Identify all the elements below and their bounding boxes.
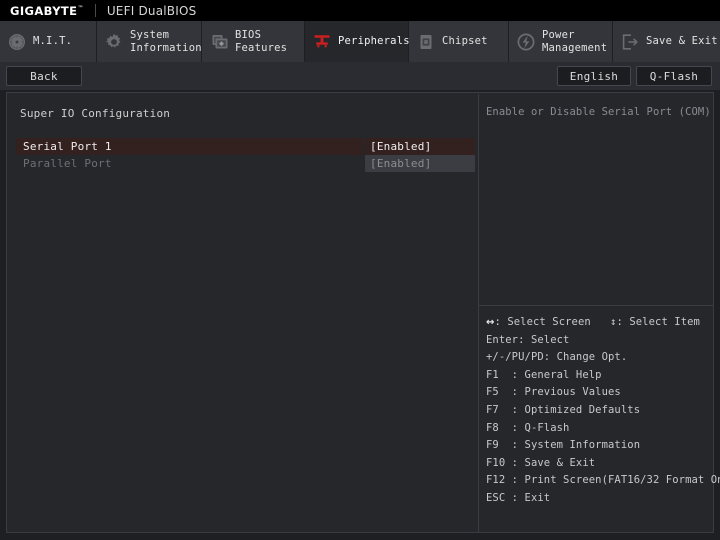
key-legend-line: F8 : Q-Flash bbox=[486, 421, 570, 434]
key-legend: ↔: Select Screen ↕: Select Item Enter: S… bbox=[486, 314, 720, 508]
setting-row-serial-port-1[interactable]: Serial Port 1 [Enabled] bbox=[8, 138, 478, 155]
content-panel: Super IO Configuration Serial Port 1 [En… bbox=[6, 92, 720, 533]
chipset-icon bbox=[415, 31, 437, 53]
gigabyte-logo-text: GIGABYTE bbox=[10, 3, 78, 18]
language-button[interactable]: English bbox=[557, 66, 631, 86]
key-legend-line: F7 : Optimized Defaults bbox=[486, 403, 641, 416]
help-pane: Enable or Disable Serial Port (COM) ↔: S… bbox=[479, 94, 720, 533]
tab-power-management[interactable]: Power Management bbox=[509, 21, 613, 62]
tab-system-information-label: System Information bbox=[130, 29, 202, 54]
tab-peripherals[interactable]: Peripherals bbox=[305, 21, 410, 62]
cpu-disc-icon bbox=[6, 31, 28, 53]
tab-chipset-label: Chipset bbox=[442, 35, 488, 48]
key-legend-line: F1 : General Help bbox=[486, 368, 602, 381]
main-tabbar: M.I.T. System Information BIOS Features … bbox=[0, 21, 720, 62]
trademark-mark: ™ bbox=[77, 4, 84, 12]
settings-list: Serial Port 1 [Enabled] Parallel Port [E… bbox=[8, 138, 478, 172]
tab-save-and-exit-label: Save & Exit bbox=[646, 35, 718, 48]
app-header: GIGABYTE™ UEFI DualBIOS bbox=[0, 0, 720, 21]
gear-icon bbox=[103, 31, 125, 53]
key-legend-text: : Select Screen ↕: Select Item bbox=[494, 316, 700, 328]
key-legend-line: ESC : Exit bbox=[486, 491, 551, 504]
bios-screen: GIGABYTE™ UEFI DualBIOS M.I.T. System In… bbox=[0, 0, 720, 540]
setting-value[interactable]: [Enabled] bbox=[365, 138, 475, 155]
tab-mit[interactable]: M.I.T. bbox=[0, 21, 97, 62]
back-button[interactable]: Back bbox=[6, 66, 82, 86]
tab-system-information[interactable]: System Information bbox=[97, 21, 202, 62]
tab-chipset[interactable]: Chipset bbox=[409, 21, 509, 62]
key-legend-line: ↔: Select Screen ↕: Select Item bbox=[486, 314, 714, 332]
settings-pane: Super IO Configuration Serial Port 1 [En… bbox=[8, 94, 478, 533]
header-divider bbox=[94, 4, 96, 17]
tab-peripherals-label: Peripherals bbox=[338, 35, 410, 48]
setting-label: Serial Port 1 bbox=[16, 138, 363, 155]
chip-plus-icon bbox=[208, 31, 230, 53]
header-subtitle: UEFI DualBIOS bbox=[106, 3, 197, 18]
power-bolt-icon bbox=[515, 31, 537, 53]
setting-row-parallel-port[interactable]: Parallel Port [Enabled] bbox=[8, 155, 478, 172]
tab-save-and-exit[interactable]: Save & Exit bbox=[613, 21, 720, 62]
tab-power-management-label: Power Management bbox=[542, 29, 608, 54]
tab-bios-features[interactable]: BIOS Features bbox=[202, 21, 305, 62]
setting-label: Parallel Port bbox=[23, 157, 112, 170]
exit-arrow-icon bbox=[619, 31, 641, 53]
qflash-button[interactable]: Q-Flash bbox=[636, 66, 712, 86]
sub-toolbar: Back English Q-Flash bbox=[0, 62, 720, 90]
key-legend-line: Enter: Select bbox=[486, 333, 570, 346]
page-title: Super IO Configuration bbox=[20, 107, 171, 120]
key-legend-line: +/-/PU/PD: Change Opt. bbox=[486, 351, 628, 364]
key-legend-line: F10 : Save & Exit bbox=[486, 456, 596, 469]
gigabyte-logo: GIGABYTE™ bbox=[10, 4, 84, 18]
key-legend-line: F12 : Print Screen(FAT16/32 Format Only) bbox=[486, 474, 720, 487]
tab-mit-label: M.I.T. bbox=[33, 35, 73, 48]
peripherals-icon bbox=[311, 31, 333, 53]
key-legend-line: F5 : Previous Values bbox=[486, 386, 621, 399]
help-horizontal-divider bbox=[479, 305, 714, 306]
help-description: Enable or Disable Serial Port (COM) bbox=[486, 106, 711, 118]
tab-bios-features-label: BIOS Features bbox=[235, 29, 288, 54]
setting-value[interactable]: [Enabled] bbox=[365, 155, 475, 172]
key-legend-line: F9 : System Information bbox=[486, 439, 641, 452]
